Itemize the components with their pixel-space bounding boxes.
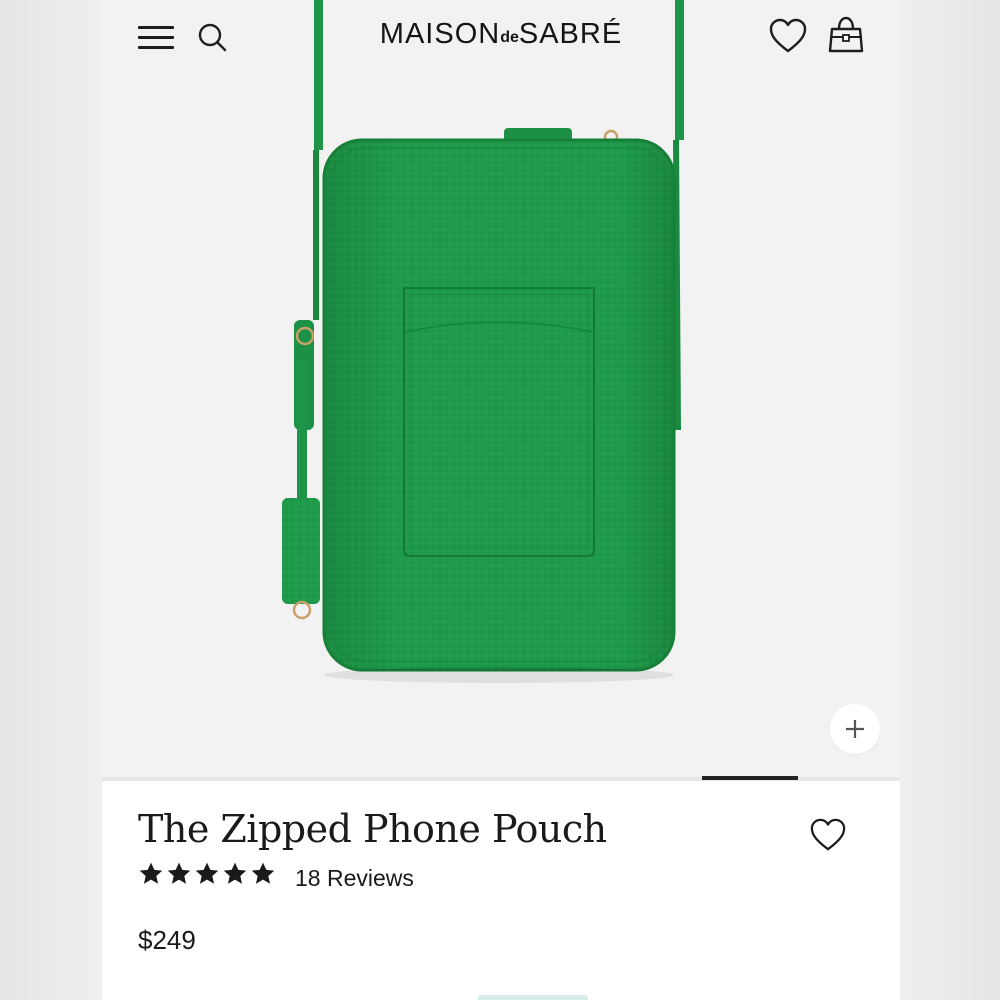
star-icon: [251, 862, 275, 884]
star-icon: [139, 862, 163, 884]
brand-logo-part: MAISON: [379, 18, 501, 50]
plus-icon: [846, 720, 864, 738]
star-icon: [223, 862, 247, 884]
product-info: The Zipped Phone Pouch 18 Reviews $249: [102, 781, 900, 1000]
zoom-button[interactable]: [830, 704, 880, 754]
product-title: The Zipped Phone Pouch: [138, 807, 607, 851]
product-page: MAISONdeSABRÉ The Zipped Phone Pouch 18 …: [102, 0, 900, 1000]
star-icon: [195, 862, 219, 884]
heart-icon[interactable]: [768, 17, 808, 55]
star-icon: [167, 862, 191, 884]
star-rating[interactable]: [138, 861, 276, 891]
product-image[interactable]: [102, 0, 900, 780]
carousel-indicator[interactable]: [702, 776, 798, 780]
brand-logo-part: SABRÉ: [518, 18, 623, 50]
add-to-bag-button-edge[interactable]: [478, 995, 588, 1000]
page-background: MAISONdeSABRÉ The Zipped Phone Pouch 18 …: [0, 0, 1000, 1000]
reviews-link[interactable]: 18 Reviews: [295, 865, 414, 892]
brand-logo-part: de: [500, 29, 519, 46]
top-navigation: MAISONdeSABRÉ: [102, 0, 900, 76]
bag-icon[interactable]: [826, 15, 866, 55]
add-to-wishlist-heart-icon[interactable]: [808, 817, 848, 853]
product-photo: [282, 0, 684, 683]
product-price: $249: [138, 925, 196, 955]
